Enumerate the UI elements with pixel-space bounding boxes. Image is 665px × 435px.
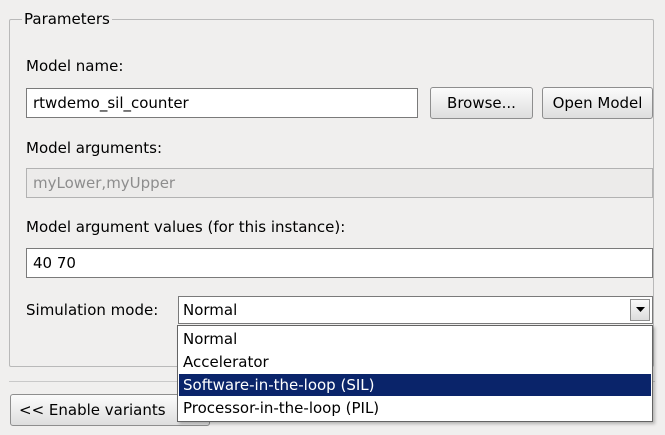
chevron-down-icon bbox=[636, 307, 645, 312]
browse-button[interactable]: Browse... bbox=[430, 87, 533, 119]
model-name-input[interactable]: rtwdemo_sil_counter bbox=[26, 88, 418, 118]
option-processor-in-the-loop[interactable]: Processor-in-the-loop (PIL) bbox=[179, 397, 651, 419]
dropdown-arrow-button[interactable] bbox=[630, 299, 650, 321]
simulation-mode-label: Simulation mode: bbox=[26, 301, 159, 319]
model-arguments-label: Model arguments: bbox=[26, 139, 163, 157]
option-normal[interactable]: Normal bbox=[179, 328, 651, 350]
simulation-mode-select[interactable]: Normal bbox=[178, 296, 653, 324]
model-argument-values-input[interactable]: 40 70 bbox=[26, 248, 653, 278]
simulation-mode-dropdown-list: Normal Accelerator Software-in-the-loop … bbox=[177, 325, 653, 422]
option-software-in-the-loop[interactable]: Software-in-the-loop (SIL) bbox=[179, 374, 651, 396]
model-arguments-field: myLower,myUpper bbox=[26, 168, 653, 198]
simulation-mode-value: Normal bbox=[183, 301, 238, 319]
parameters-group-title: Parameters bbox=[22, 10, 112, 28]
option-accelerator[interactable]: Accelerator bbox=[179, 351, 651, 373]
model-argument-values-label: Model argument values (for this instance… bbox=[26, 218, 346, 236]
model-name-label: Model name: bbox=[26, 57, 124, 75]
open-model-button[interactable]: Open Model bbox=[542, 87, 653, 119]
